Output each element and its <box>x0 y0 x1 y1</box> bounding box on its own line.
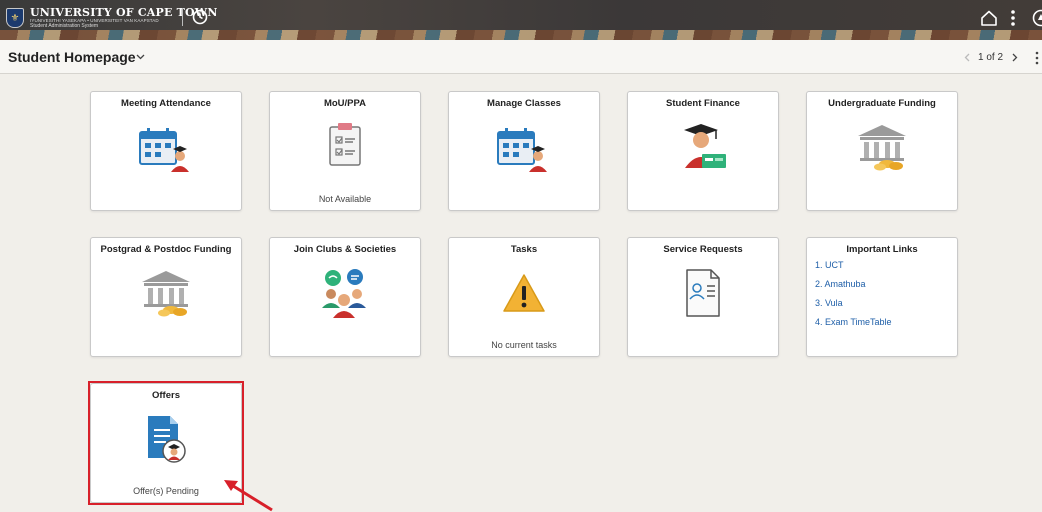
tile-title: MoU/PPA <box>323 98 367 109</box>
tile-manage-classes[interactable]: Manage Classes <box>448 91 600 211</box>
tile-title: Tasks <box>510 244 538 255</box>
graduate-finance-icon <box>684 124 726 168</box>
link-amathuba[interactable]: 2. Amathuba <box>815 279 892 289</box>
tile-title: Service Requests <box>663 244 743 255</box>
tile-title: Undergraduate Funding <box>828 98 936 109</box>
next-page-icon[interactable] <box>1012 53 1018 62</box>
tile-title: Join Clubs & Societies <box>293 244 397 255</box>
university-name: UNIVERSITY OF CAPE TOWN <box>30 5 218 19</box>
link-uct[interactable]: 1. UCT <box>815 260 892 270</box>
tile-meeting-attendance[interactable]: Meeting Attendance <box>90 91 242 211</box>
page-count: 1 of 2 <box>978 52 1004 63</box>
tile-title: Student Finance <box>666 98 740 109</box>
page-title[interactable]: Student Homepage <box>8 49 136 65</box>
tile-title: Meeting Attendance <box>121 98 211 109</box>
uct-logo[interactable]: ⚜ UNIVERSITY OF CAPE TOWN IYUNIVESITHI Y… <box>6 6 218 30</box>
tile-title: Manage Classes <box>487 98 561 109</box>
more-icon[interactable] <box>1008 9 1018 27</box>
crest-icon: ⚜ <box>6 8 24 28</box>
system-name: Student Administration System <box>30 23 99 30</box>
tile-status: Not Available <box>318 194 372 204</box>
header-pattern <box>0 30 1042 40</box>
calendar-person-icon <box>139 128 189 172</box>
links-list: 1. UCT 2. Amathuba 3. Vula 4. Exam TimeT… <box>815 260 892 336</box>
bank-coins-icon <box>858 125 906 171</box>
tile-undergraduate-funding[interactable]: Undergraduate Funding <box>806 91 958 211</box>
header-divider <box>182 8 183 26</box>
tile-mou-ppa[interactable]: MoU/PPA Not Available <box>269 91 421 211</box>
page-header-bar: Student Homepage 1 of 2 <box>0 40 1042 74</box>
top-header: ⚜ UNIVERSITY OF CAPE TOWN IYUNIVESITHI Y… <box>0 0 1042 40</box>
document-person-icon <box>686 269 720 317</box>
people-chat-icon <box>322 269 366 318</box>
tile-tasks[interactable]: Tasks No current tasks <box>448 237 600 357</box>
tile-title: Important Links <box>846 244 918 255</box>
history-icon[interactable] <box>192 9 208 25</box>
link-vula[interactable]: 3. Vula <box>815 298 892 308</box>
bank-coins-icon <box>142 271 190 317</box>
calendar-person-icon <box>497 128 547 172</box>
navbar-icon[interactable] <box>1032 9 1042 27</box>
previous-page-icon[interactable] <box>964 53 970 62</box>
tile-important-links: Important Links 1. UCT 2. Amathuba 3. Vu… <box>806 237 958 357</box>
tile-service-requests[interactable]: Service Requests <box>627 237 779 357</box>
tile-title: Postgrad & Postdoc Funding <box>100 244 232 255</box>
warning-icon <box>503 274 545 312</box>
annotation-arrow <box>224 480 273 512</box>
home-icon[interactable] <box>980 9 998 27</box>
tile-status: No current tasks <box>491 340 557 350</box>
link-exam-timetable[interactable]: 4. Exam TimeTable <box>815 317 892 327</box>
checklist-icon <box>329 123 361 166</box>
page-more-icon[interactable] <box>1034 51 1040 65</box>
tile-join-clubs[interactable]: Join Clubs & Societies <box>269 237 421 357</box>
tile-postgrad-funding[interactable]: Postgrad & Postdoc Funding <box>90 237 242 357</box>
tile-student-finance[interactable]: Student Finance <box>627 91 779 211</box>
chevron-down-icon[interactable] <box>136 54 145 60</box>
